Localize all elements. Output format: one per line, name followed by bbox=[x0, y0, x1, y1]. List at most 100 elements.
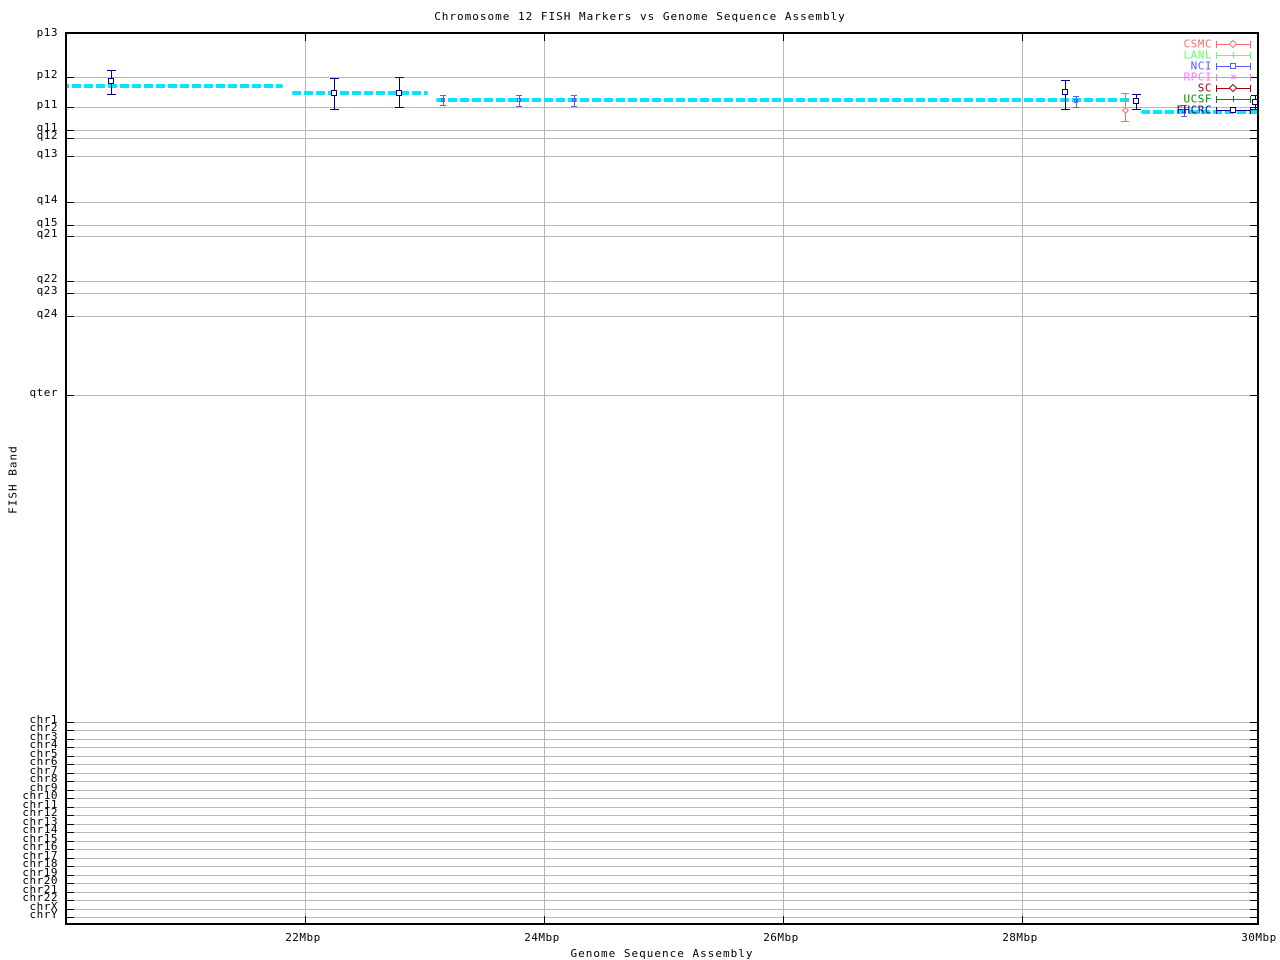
gridline-qter bbox=[67, 395, 1257, 396]
point-nci-1-cap-bot bbox=[516, 106, 522, 107]
left-tick-chr14 bbox=[67, 832, 74, 833]
right-tick-chr13 bbox=[1250, 824, 1257, 825]
x-axis-title: Genome Sequence Assembly bbox=[570, 947, 754, 960]
legend-fhcrc-cap-r bbox=[1250, 107, 1251, 114]
left-tick-q12 bbox=[67, 138, 74, 139]
gridline-chr4 bbox=[67, 747, 1257, 748]
right-tick-chr8 bbox=[1250, 781, 1257, 782]
gridline-chr18 bbox=[67, 866, 1257, 867]
point-fhcrc-0-cap-top bbox=[107, 70, 116, 71]
left-tick-chr1 bbox=[67, 722, 74, 723]
point-fhcrc-1-cap-top bbox=[330, 78, 339, 79]
right-tick-chr3 bbox=[1250, 739, 1257, 740]
y-tick-label-q12: q12 bbox=[36, 129, 58, 142]
gridline-chr5 bbox=[67, 756, 1257, 757]
legend-sc-marker bbox=[1228, 83, 1238, 93]
gridline-chr7 bbox=[67, 773, 1257, 774]
gridline-q12 bbox=[67, 138, 1257, 139]
point-nci-0-marker bbox=[441, 98, 445, 102]
gridline-q14 bbox=[67, 202, 1257, 203]
right-tick-chr16 bbox=[1250, 849, 1257, 850]
left-tick-chr21 bbox=[67, 892, 74, 893]
gridline-chr6 bbox=[67, 764, 1257, 765]
legend-nci-cap-r bbox=[1250, 63, 1251, 70]
right-tick-chr12 bbox=[1250, 815, 1257, 816]
left-tick-chr12 bbox=[67, 815, 74, 816]
left-tick-chr17 bbox=[67, 858, 74, 859]
right-tick-chr20 bbox=[1250, 883, 1257, 884]
legend-rpci-cap-r bbox=[1250, 74, 1251, 81]
left-tick-q24 bbox=[67, 316, 74, 317]
bottom-tick-22Mbp bbox=[305, 916, 306, 923]
legend-sc-cap-l bbox=[1216, 85, 1217, 92]
y-tick-label-p12: p12 bbox=[36, 68, 58, 81]
gridline-22Mbp bbox=[305, 34, 306, 923]
left-tick-chr10 bbox=[67, 798, 74, 799]
gridline-chr14 bbox=[67, 832, 1257, 833]
left-tick-chr18 bbox=[67, 866, 74, 867]
gridline-28Mbp bbox=[1022, 34, 1023, 923]
point-fhcrc-2-cap-bot bbox=[395, 107, 404, 108]
legend-ucsf-cap-r bbox=[1250, 96, 1251, 103]
legend-fhcrc-marker bbox=[1230, 107, 1236, 113]
point-nci-3-marker bbox=[1074, 99, 1078, 103]
left-tick-chr19 bbox=[67, 875, 74, 876]
left-tick-chr4 bbox=[67, 747, 74, 748]
bottom-tick-28Mbp bbox=[1022, 916, 1023, 923]
gridline-chr21 bbox=[67, 892, 1257, 893]
left-tick-chr7 bbox=[67, 773, 74, 774]
point-fhcrc-1-marker bbox=[331, 90, 337, 96]
point-nci-2-cap-bot bbox=[571, 106, 577, 107]
right-tick-chr19 bbox=[1250, 875, 1257, 876]
y-tick-label-chrY: chrY bbox=[29, 908, 58, 921]
left-tick-chr13 bbox=[67, 824, 74, 825]
left-tick-chr20 bbox=[67, 883, 74, 884]
gridline-chr3 bbox=[67, 739, 1257, 740]
y-tick-label-p11: p11 bbox=[36, 98, 58, 111]
left-tick-chr9 bbox=[67, 790, 74, 791]
x-tick-label-22Mbp: 22Mbp bbox=[285, 931, 321, 944]
gridline-chr1 bbox=[67, 722, 1257, 723]
left-tick-q11 bbox=[67, 130, 74, 131]
chart-title: Chromosome 12 FISH Markers vs Genome Seq… bbox=[434, 10, 846, 23]
right-tick-chr7 bbox=[1250, 773, 1257, 774]
point-csmc-0-cap-bot bbox=[1121, 121, 1129, 122]
top-tick-26Mbp bbox=[783, 34, 784, 41]
right-tick-chrX bbox=[1250, 909, 1257, 910]
left-tick-chr2 bbox=[67, 730, 74, 731]
point-fhcrc-3-cap-top bbox=[1061, 80, 1070, 81]
right-tick-chrY bbox=[1250, 917, 1257, 918]
gridline-chr10 bbox=[67, 798, 1257, 799]
top-tick-22Mbp bbox=[305, 34, 306, 41]
right-tick-chr21 bbox=[1250, 892, 1257, 893]
left-tick-chr11 bbox=[67, 807, 74, 808]
y-tick-label-q22: q22 bbox=[36, 272, 58, 285]
right-tick-q23 bbox=[1250, 293, 1257, 294]
right-tick-chr10 bbox=[1250, 798, 1257, 799]
gridline-q15 bbox=[67, 225, 1257, 226]
left-tick-chr15 bbox=[67, 841, 74, 842]
right-tick-chr17 bbox=[1250, 858, 1257, 859]
left-tick-q21 bbox=[67, 236, 74, 237]
point-fhcrc-0-marker bbox=[108, 78, 114, 84]
fish-band-segment-p12 bbox=[67, 84, 283, 88]
gridline-q23 bbox=[67, 293, 1257, 294]
y-axis-title: FISH Band bbox=[6, 445, 20, 514]
gridline-chr20 bbox=[67, 883, 1257, 884]
gridline-chr2 bbox=[67, 730, 1257, 731]
point-fhcrc-2-marker bbox=[396, 90, 402, 96]
gridline-p12 bbox=[67, 77, 1257, 78]
legend-lanl-marker-h bbox=[1230, 55, 1236, 56]
bottom-tick-26Mbp bbox=[783, 916, 784, 923]
gridline-chr15 bbox=[67, 841, 1257, 842]
point-nci-0-cap-bot bbox=[440, 105, 446, 106]
right-tick-chr1 bbox=[1250, 722, 1257, 723]
point-fhcrc-3-cap-bot bbox=[1061, 109, 1070, 110]
gridline-chr17 bbox=[67, 858, 1257, 859]
left-tick-chr22 bbox=[67, 900, 74, 901]
point-nci-0-cap-top bbox=[440, 95, 446, 96]
y-tick-label-q24: q24 bbox=[36, 307, 58, 320]
gridline-chrY bbox=[67, 917, 1257, 918]
gridline-chr8 bbox=[67, 781, 1257, 782]
gridline-chr19 bbox=[67, 875, 1257, 876]
